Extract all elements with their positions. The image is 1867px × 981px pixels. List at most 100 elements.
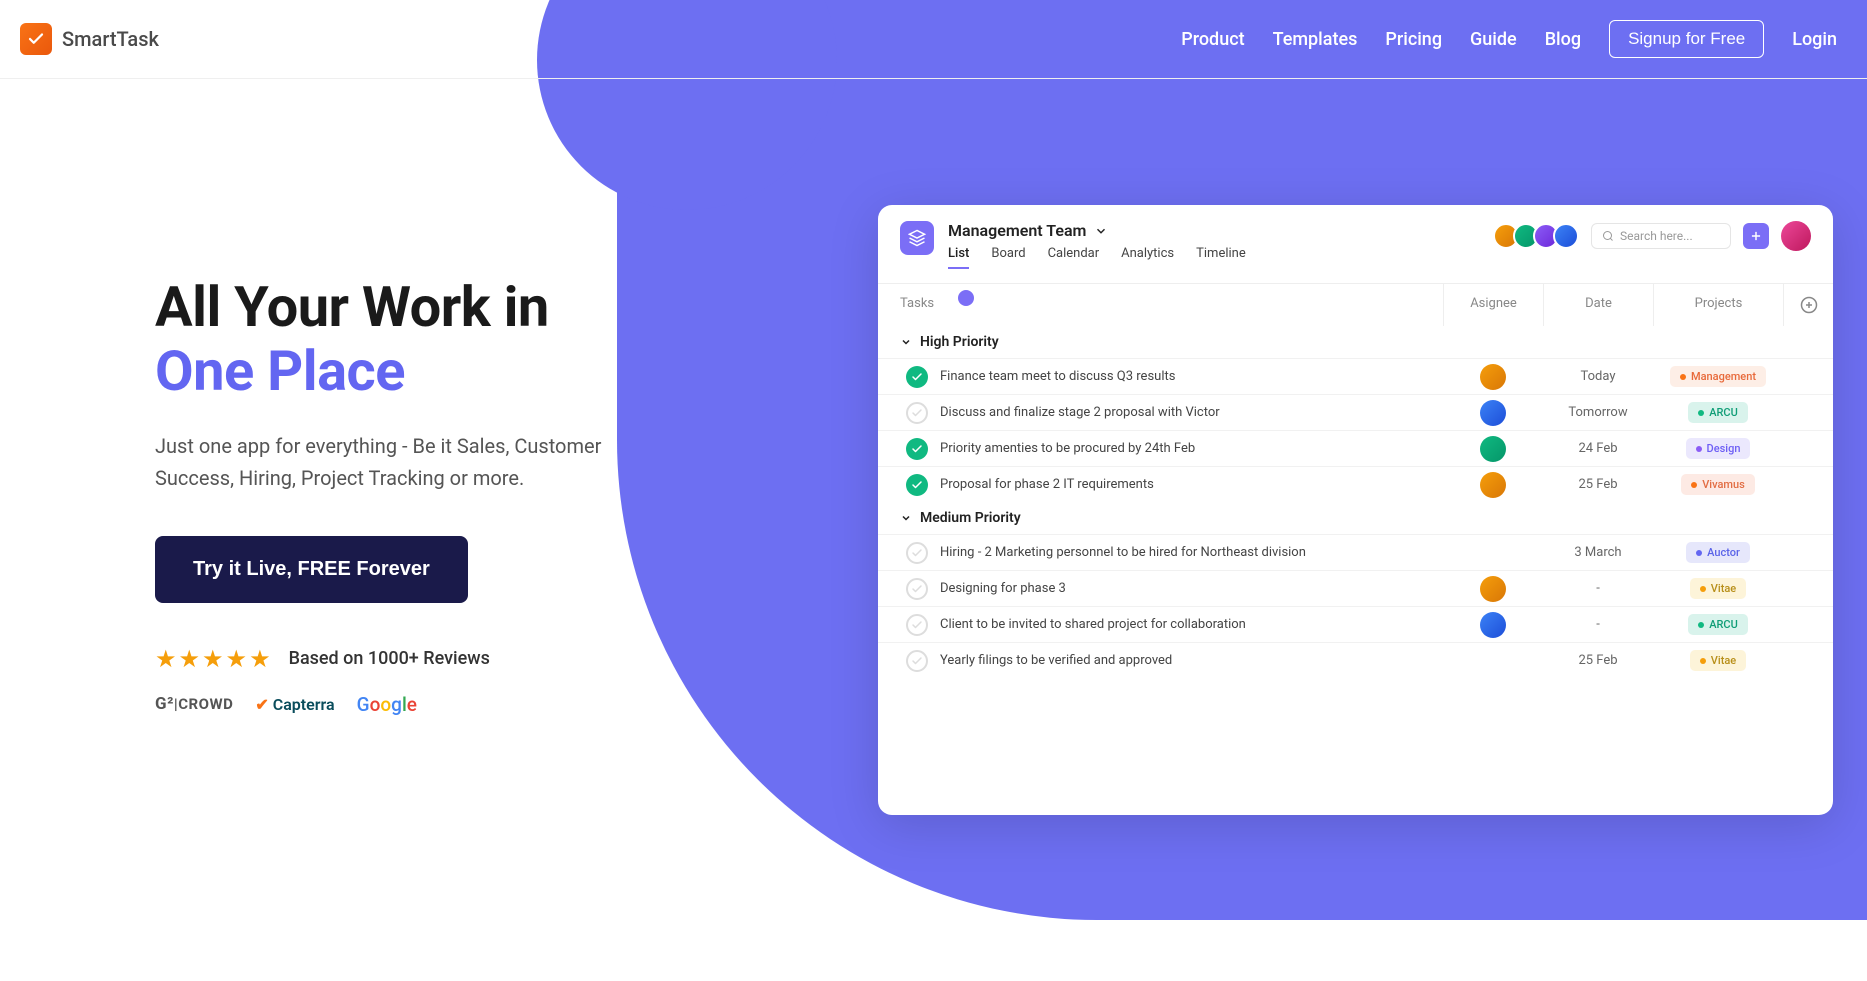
task-title: Discuss and finalize stage 2 proposal wi… <box>940 395 1443 430</box>
task-row[interactable]: Client to be invited to shared project f… <box>878 606 1833 642</box>
task-assignee[interactable] <box>1443 472 1543 498</box>
g2crowd-logo: G²|CROWD <box>155 694 233 714</box>
chevron-down-icon <box>900 336 912 348</box>
chevron-down-icon <box>1094 224 1108 238</box>
tab-list[interactable]: List <box>948 246 969 269</box>
logo[interactable]: SmartTask <box>20 23 159 55</box>
task-assignee[interactable] <box>1443 436 1543 462</box>
task-row[interactable]: Hiring - 2 Marketing personnel to be hir… <box>878 534 1833 570</box>
task-project: ARCU <box>1653 402 1783 423</box>
current-user-avatar[interactable] <box>1781 221 1811 251</box>
task-project: Design <box>1653 438 1783 459</box>
task-title: Client to be invited to shared project f… <box>940 607 1443 642</box>
add-button[interactable] <box>1743 223 1769 249</box>
avatar <box>1480 612 1506 638</box>
signup-button[interactable]: Signup for Free <box>1609 20 1764 58</box>
task-project: Management <box>1653 366 1783 387</box>
google-logo: Google <box>357 693 417 716</box>
task-checkbox[interactable] <box>906 474 928 496</box>
workspace-icon <box>900 221 934 255</box>
task-row[interactable]: Priority amenties to be procured by 24th… <box>878 430 1833 466</box>
task-date: 25 Feb <box>1543 477 1653 492</box>
hero-section: All Your Work in One Place Just one app … <box>155 275 675 716</box>
avatar <box>1480 436 1506 462</box>
col-assignee: Asignee <box>1443 284 1543 326</box>
task-row[interactable]: Discuss and finalize stage 2 proposal wi… <box>878 394 1833 430</box>
plus-circle-icon <box>1800 296 1818 314</box>
task-date: 3 March <box>1543 545 1653 560</box>
cursor-dot <box>958 290 974 306</box>
team-avatars <box>1499 223 1579 249</box>
tab-board[interactable]: Board <box>991 246 1025 269</box>
chevron-down-icon <box>900 512 912 524</box>
task-assignee[interactable] <box>1443 364 1543 390</box>
task-date: 24 Feb <box>1543 441 1653 456</box>
task-row[interactable]: Designing for phase 3 -Vitae <box>878 570 1833 606</box>
task-project: Vivamus <box>1653 474 1783 495</box>
site-header: SmartTask Product Templates Pricing Guid… <box>0 0 1867 79</box>
avatar <box>1480 472 1506 498</box>
view-tabs: List Board Calendar Analytics Timeline <box>948 246 1499 269</box>
task-date: 25 Feb <box>1543 653 1653 668</box>
nav-login[interactable]: Login <box>1792 29 1837 50</box>
task-project: Auctor <box>1653 542 1783 563</box>
avatar <box>1553 223 1579 249</box>
plus-icon <box>1749 229 1763 243</box>
rating-text: Based on 1000+ Reviews <box>289 648 490 669</box>
nav-blog[interactable]: Blog <box>1545 29 1581 50</box>
task-title: Priority amenties to be procured by 24th… <box>940 431 1443 466</box>
task-row[interactable]: Proposal for phase 2 IT requirements 25 F… <box>878 466 1833 502</box>
task-date: Today <box>1543 369 1653 384</box>
task-date: - <box>1543 581 1653 596</box>
avatar <box>1480 576 1506 602</box>
avatar <box>1480 364 1506 390</box>
app-screenshot: Management Team List Board Calendar Anal… <box>878 205 1833 815</box>
task-checkbox[interactable] <box>906 438 928 460</box>
team-selector[interactable]: Management Team <box>948 221 1499 240</box>
task-checkbox[interactable] <box>906 578 928 600</box>
nav-guide[interactable]: Guide <box>1470 29 1517 50</box>
column-headers: Tasks Asignee Date Projects <box>878 283 1833 326</box>
task-project: Vitae <box>1653 578 1783 599</box>
section-high-priority[interactable]: High Priority <box>878 326 1833 358</box>
task-assignee[interactable] <box>1443 576 1543 602</box>
brand-name: SmartTask <box>62 27 159 51</box>
task-title: Designing for phase 3 <box>940 571 1443 606</box>
task-row[interactable]: Yearly filings to be verified and approv… <box>878 642 1833 678</box>
search-input[interactable]: Search here... <box>1591 223 1731 249</box>
review-logos: G²|CROWD ✔Capterra Google <box>155 693 675 716</box>
section-medium-priority[interactable]: Medium Priority <box>878 502 1833 534</box>
cta-button[interactable]: Try it Live, FREE Forever <box>155 536 468 603</box>
task-date: Tomorrow <box>1543 405 1653 420</box>
task-checkbox[interactable] <box>906 650 928 672</box>
main-nav: Product Templates Pricing Guide Blog Sig… <box>1181 20 1837 58</box>
stars-icon: ★★★★★ <box>155 645 271 673</box>
task-checkbox[interactable] <box>906 614 928 636</box>
capterra-logo: ✔Capterra <box>255 695 334 714</box>
task-project: ARCU <box>1653 614 1783 635</box>
search-icon <box>1602 230 1614 242</box>
nav-pricing[interactable]: Pricing <box>1385 29 1442 50</box>
task-checkbox[interactable] <box>906 402 928 424</box>
tab-calendar[interactable]: Calendar <box>1048 246 1100 269</box>
nav-templates[interactable]: Templates <box>1273 29 1358 50</box>
task-checkbox[interactable] <box>906 366 928 388</box>
task-row[interactable]: Finance team meet to discuss Q3 results T… <box>878 358 1833 394</box>
tab-analytics[interactable]: Analytics <box>1121 246 1174 269</box>
task-checkbox[interactable] <box>906 542 928 564</box>
task-title: Finance team meet to discuss Q3 results <box>940 359 1443 394</box>
app-header: Management Team List Board Calendar Anal… <box>878 205 1833 269</box>
col-projects: Projects <box>1653 284 1783 326</box>
task-title: Proposal for phase 2 IT requirements <box>940 467 1443 502</box>
add-column-button[interactable] <box>1783 284 1833 326</box>
task-assignee[interactable] <box>1443 612 1543 638</box>
tab-timeline[interactable]: Timeline <box>1196 246 1246 269</box>
nav-product[interactable]: Product <box>1181 29 1244 50</box>
task-project: Vitae <box>1653 650 1783 671</box>
logo-icon <box>20 23 52 55</box>
hero-title: All Your Work in One Place <box>155 275 675 404</box>
task-date: - <box>1543 617 1653 632</box>
col-date: Date <box>1543 284 1653 326</box>
task-assignee[interactable] <box>1443 400 1543 426</box>
rating-block: ★★★★★ Based on 1000+ Reviews <box>155 645 675 673</box>
